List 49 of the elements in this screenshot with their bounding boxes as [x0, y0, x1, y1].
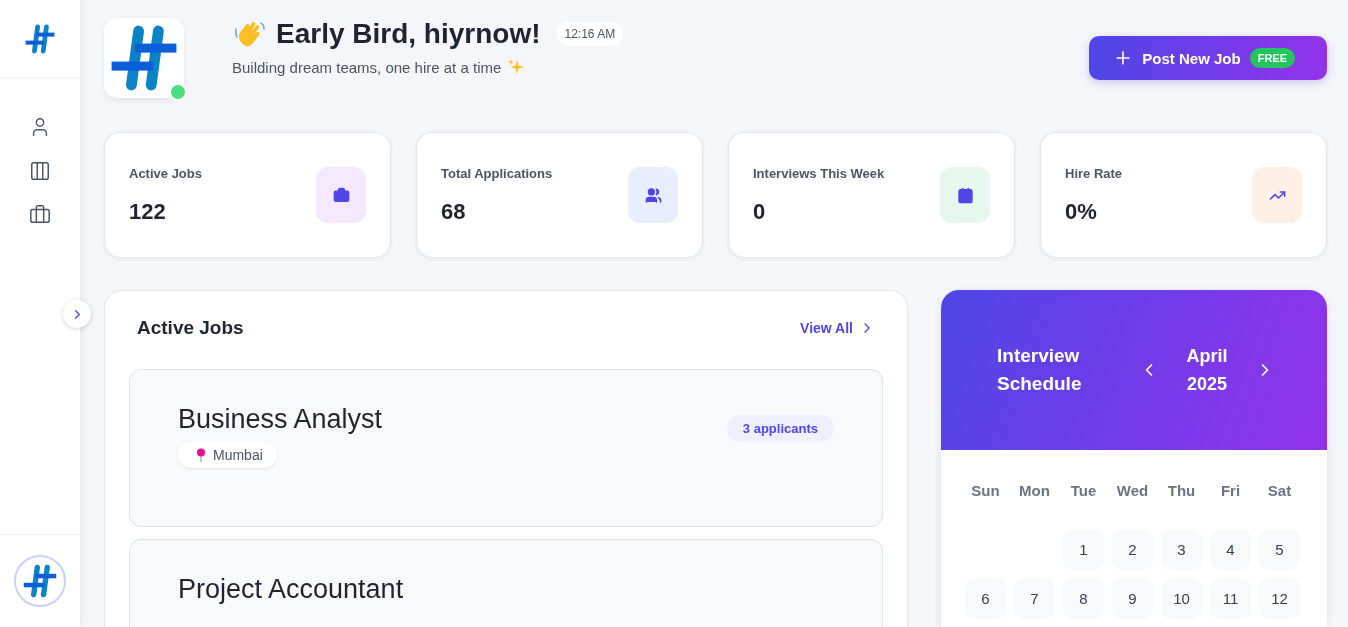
waving-hand-icon — [232, 19, 266, 49]
location-text: Mumbai — [213, 447, 263, 463]
logo-icon — [24, 22, 56, 55]
briefcase-icon — [29, 204, 51, 226]
month-label: April 2025 — [1185, 345, 1229, 396]
weekday-label: Sat — [1266, 482, 1293, 499]
weekday-label: Fri — [1219, 482, 1242, 499]
stat-value: 68 — [441, 198, 467, 225]
weekday-label: Tue — [1069, 482, 1098, 499]
weekday-label: Sun — [970, 482, 1001, 499]
panel-title: Active Jobs — [137, 317, 244, 339]
calendar-day[interactable]: 6 — [965, 578, 1006, 619]
post-new-job-button[interactable]: Post New Job FREE — [1089, 36, 1327, 80]
calendar-title: Interview Schedule — [997, 344, 1083, 396]
calendar-day[interactable]: 10 — [1161, 578, 1202, 619]
stat-label: Hire Rate — [1065, 165, 1123, 181]
job-card[interactable]: Business Analyst Mumbai 3 applicants — [129, 369, 883, 527]
pin-icon — [196, 448, 206, 462]
job-card[interactable]: Project Accountant — [129, 539, 883, 627]
calendar-day[interactable]: 8 — [1063, 578, 1104, 619]
stat-value: 0% — [1065, 198, 1098, 225]
calendar-day[interactable]: 3 — [1161, 529, 1202, 570]
free-badge: FREE — [1249, 48, 1295, 68]
avatar[interactable] — [14, 555, 66, 607]
greeting-title: Early Bird, hiyrnow! — [276, 18, 541, 50]
calendar-day[interactable]: 2 — [1112, 529, 1153, 570]
job-title: Project Accountant — [178, 574, 404, 604]
calendar-day[interactable]: 4 — [1210, 529, 1251, 570]
calendar-day[interactable]: 7 — [1014, 578, 1055, 619]
calendar-day[interactable]: 5 — [1259, 529, 1300, 570]
calendar-day[interactable]: 12 — [1259, 578, 1300, 619]
weekday-label: Mon — [1018, 482, 1051, 499]
view-all-link[interactable]: View All — [800, 320, 875, 336]
logo-icon — [22, 563, 58, 599]
columns-icon — [29, 160, 51, 182]
stat-value: 122 — [129, 198, 167, 225]
stat-label: Interviews This Week — [753, 165, 885, 181]
stat-label: Total Applications — [441, 165, 553, 181]
weekday-label: Thu — [1166, 482, 1197, 499]
weekday-label: Wed — [1115, 482, 1150, 499]
applicants-count: 3 applicants — [726, 415, 834, 442]
current-time: 12:16 AM — [556, 22, 624, 46]
stat-value: 0 — [753, 198, 767, 225]
calendar-day[interactable]: 9 — [1112, 578, 1153, 619]
job-title: Business Analyst — [178, 404, 383, 434]
stat-label: Active Jobs — [129, 165, 202, 181]
calendar-day[interactable]: 11 — [1210, 578, 1251, 619]
tagline: Building dream teams, one hire at a time — [232, 58, 502, 76]
calendar-day[interactable]: 1 — [1063, 529, 1104, 570]
